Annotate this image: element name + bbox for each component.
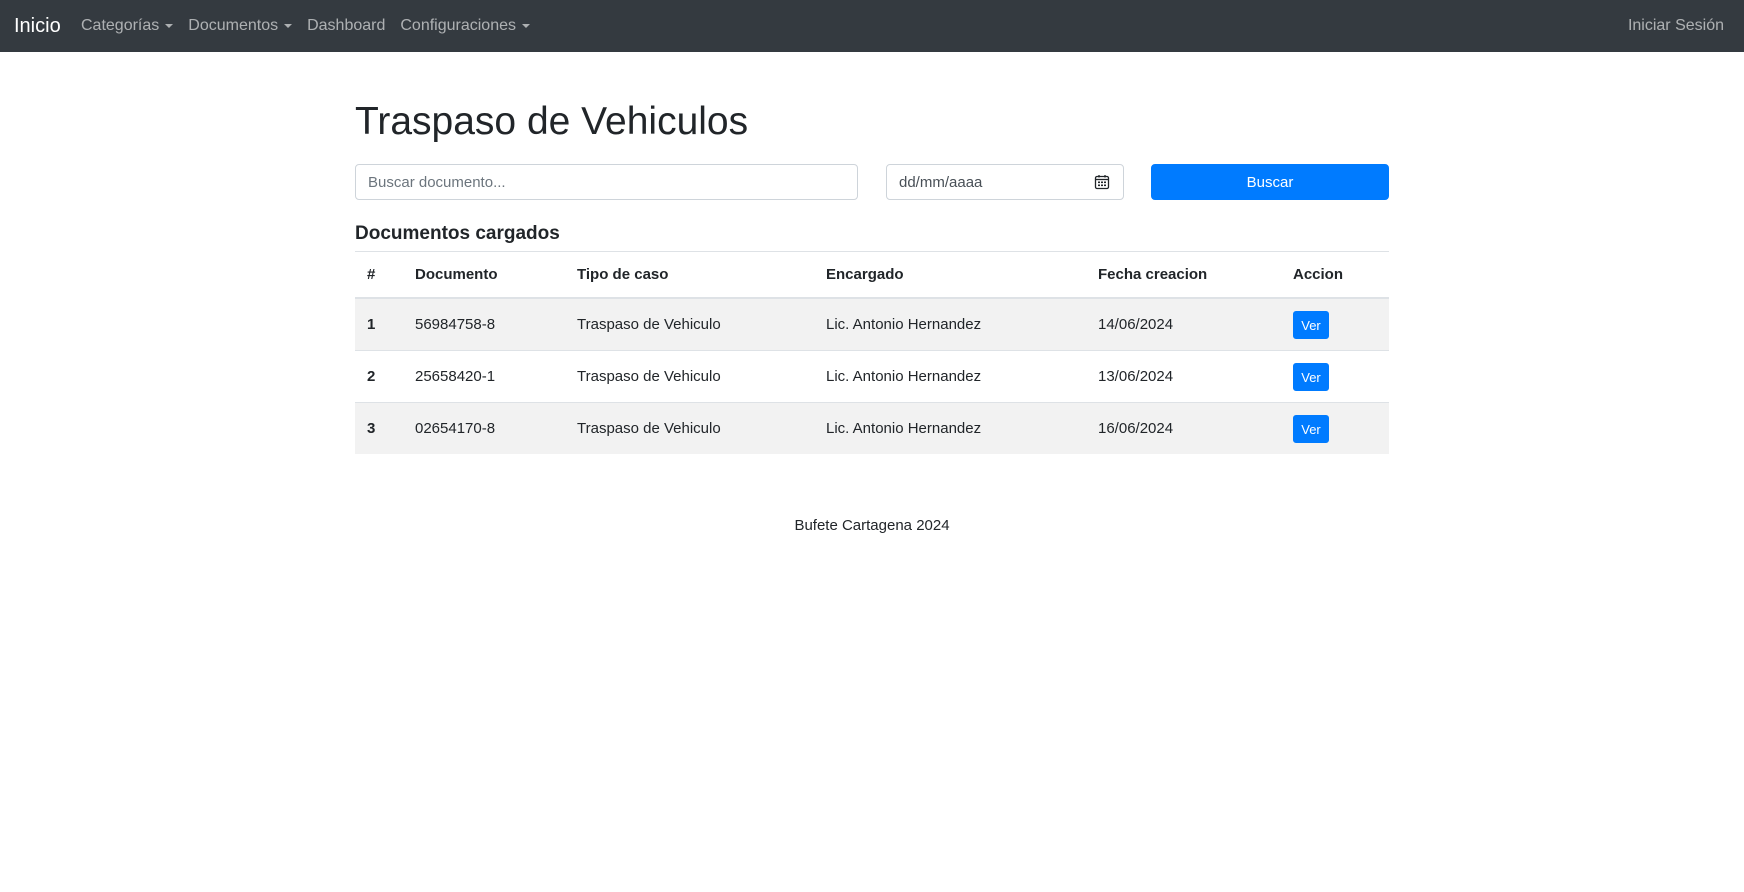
row-tipo: Traspaso de Vehiculo	[565, 401, 814, 454]
nav-documentos-dropdown[interactable]: Documentos	[188, 16, 293, 36]
row-documento: 56984758-8	[403, 297, 565, 350]
nav-configuraciones-label: Configuraciones	[400, 17, 516, 34]
date-placeholder: dd/mm/aaaa	[899, 174, 983, 191]
caret-down-icon	[165, 24, 174, 28]
row-accion: Ver	[1281, 297, 1389, 350]
ver-button[interactable]: Ver	[1293, 311, 1329, 340]
row-documento: 25658420-1	[403, 349, 565, 402]
row-encargado: Lic. Antonio Hernandez	[814, 349, 1086, 402]
section-title: Documentos cargados	[355, 223, 560, 244]
nav-links: Categorías Documentos Dashboard Configur…	[81, 16, 545, 36]
table-row: 3 02654170-8 Traspaso de Vehiculo Lic. A…	[355, 401, 1389, 454]
col-header-tipo: Tipo de caso	[565, 252, 814, 299]
row-accion: Ver	[1281, 401, 1389, 454]
table-header: # Documento Tipo de caso Encargado Fecha…	[355, 252, 1389, 299]
ver-button[interactable]: Ver	[1293, 415, 1329, 444]
nav-dashboard-link[interactable]: Dashboard	[307, 16, 385, 36]
col-header-encargado: Encargado	[814, 252, 1086, 299]
table-row: 2 25658420-1 Traspaso de Vehiculo Lic. A…	[355, 349, 1389, 402]
row-tipo: Traspaso de Vehiculo	[565, 349, 814, 402]
col-header-fecha: Fecha creacion	[1086, 252, 1281, 299]
search-input[interactable]	[355, 164, 858, 200]
row-number: 2	[355, 349, 403, 402]
row-fecha: 16/06/2024	[1086, 401, 1281, 454]
row-accion: Ver	[1281, 349, 1389, 402]
row-fecha: 13/06/2024	[1086, 349, 1281, 402]
date-input[interactable]: dd/mm/aaaa	[886, 164, 1124, 200]
nav-dashboard-label: Dashboard	[307, 17, 386, 34]
caret-down-icon	[284, 24, 293, 28]
nav-documentos-label: Documentos	[188, 17, 279, 34]
page-title: Traspaso de Vehiculos	[355, 100, 749, 143]
navbar: Inicio Categorías Documentos Dashboard C…	[0, 0, 1744, 52]
nav-configuraciones-dropdown[interactable]: Configuraciones	[400, 16, 530, 36]
table-row: 1 56984758-8 Traspaso de Vehiculo Lic. A…	[355, 297, 1389, 350]
row-encargado: Lic. Antonio Hernandez	[814, 401, 1086, 454]
row-encargado: Lic. Antonio Hernandez	[814, 297, 1086, 350]
nav-categorias-label: Categorías	[81, 17, 160, 34]
login-link[interactable]: Iniciar Sesión	[1628, 16, 1724, 36]
calendar-icon[interactable]	[1094, 174, 1110, 190]
row-documento: 02654170-8	[403, 401, 565, 454]
ver-button[interactable]: Ver	[1293, 363, 1329, 391]
row-tipo: Traspaso de Vehiculo	[565, 297, 814, 350]
col-header-number: #	[355, 252, 403, 299]
col-header-accion: Accion	[1281, 252, 1389, 299]
row-fecha: 14/06/2024	[1086, 297, 1281, 350]
nav-categorias-dropdown[interactable]: Categorías	[81, 16, 174, 36]
col-header-documento: Documento	[403, 252, 565, 299]
documents-table: # Documento Tipo de caso Encargado Fecha…	[355, 252, 1389, 454]
row-number: 1	[355, 297, 403, 350]
caret-down-icon	[522, 24, 530, 28]
footer: Bufete Cartagena 2024	[794, 517, 950, 534]
row-number: 3	[355, 401, 403, 454]
brand-link[interactable]: Inicio	[14, 13, 61, 39]
search-button[interactable]: Buscar	[1151, 164, 1389, 200]
